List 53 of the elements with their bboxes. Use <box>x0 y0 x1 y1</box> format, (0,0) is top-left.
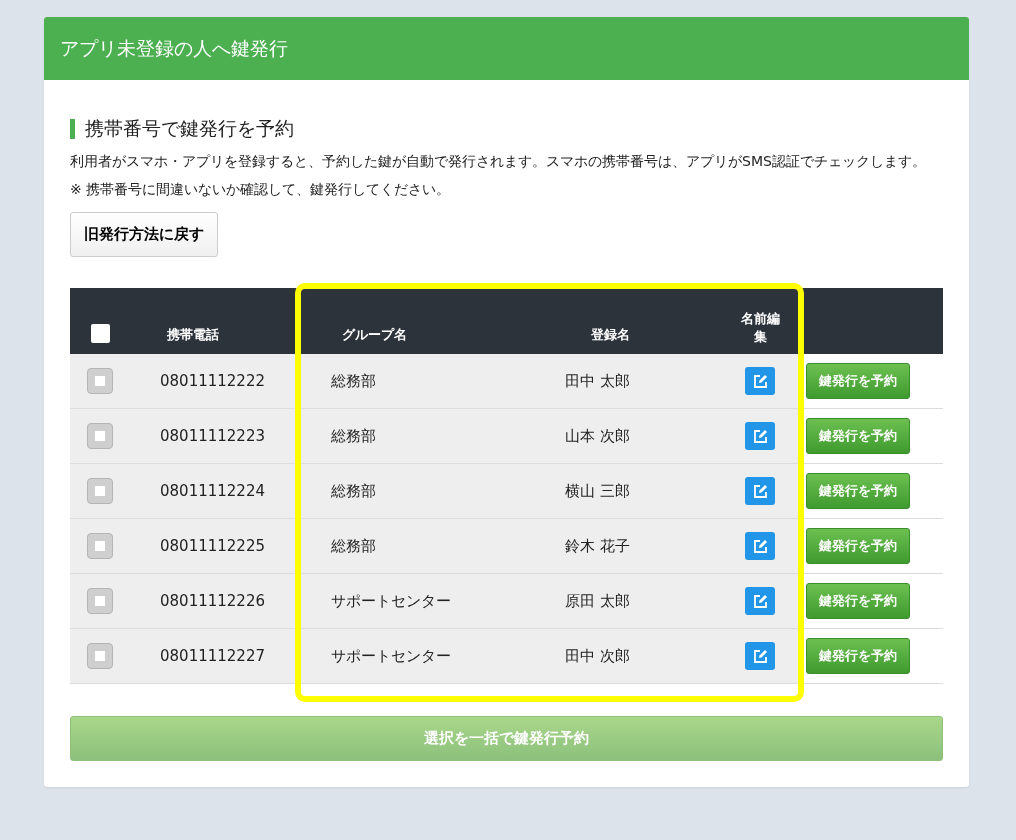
section-title: 携帯番号で鍵発行を予約 <box>85 116 294 141</box>
accent-bar <box>70 119 75 139</box>
column-header: 登録名 <box>590 327 630 342</box>
phone-number: 08011112227 <box>159 647 265 665</box>
edit-icon <box>752 538 768 554</box>
phone-number: 08011112223 <box>159 427 265 445</box>
edit-name-button[interactable] <box>745 587 775 615</box>
registered-name: 鈴木 花子 <box>564 536 630 555</box>
edit-name-button[interactable] <box>745 477 775 505</box>
group-name: 総務部 <box>330 426 376 445</box>
group-name: サポートセンター <box>330 646 451 665</box>
checkbox[interactable] <box>87 423 113 449</box>
reserve-key-button[interactable]: 鍵発行を予約 <box>806 418 910 454</box>
registered-name: 山本 次郎 <box>564 426 630 445</box>
edit-icon <box>752 483 768 499</box>
registered-name: 横山 三郎 <box>564 481 630 500</box>
group-name: 総務部 <box>330 371 376 390</box>
reserve-key-button[interactable]: 鍵発行を予約 <box>806 583 910 619</box>
phone-number: 08011112222 <box>159 372 265 390</box>
edit-name-button[interactable] <box>745 422 775 450</box>
panel-title: アプリ未登録の人へ鍵発行 <box>60 35 288 61</box>
checkbox[interactable] <box>87 588 113 614</box>
group-name: 総務部 <box>330 536 376 555</box>
edit-icon <box>752 428 768 444</box>
checkbox[interactable] <box>87 368 113 394</box>
checkbox[interactable] <box>87 643 113 669</box>
column-header: グループ名 <box>341 327 407 342</box>
checkbox[interactable] <box>90 324 110 343</box>
revert-button[interactable]: 旧発行方法に戻す <box>70 212 218 257</box>
registered-name: 田中 太郎 <box>564 371 630 390</box>
edit-icon <box>752 373 768 389</box>
group-name: サポートセンター <box>330 591 451 610</box>
description: 利用者がスマホ・アプリを登録すると、予約した鍵が自動で発行されます。スマホの携帯番号は、アプリがSMS認証でチェックします。 <box>70 152 927 171</box>
reserve-key-button[interactable]: 鍵発行を予約 <box>806 638 910 674</box>
reserve-key-button[interactable]: 鍵発行を予約 <box>806 528 910 564</box>
reserve-key-button[interactable]: 鍵発行を予約 <box>806 473 910 509</box>
reserve-key-button[interactable]: 鍵発行を予約 <box>806 363 910 399</box>
edit-icon <box>752 648 768 664</box>
checkbox[interactable] <box>87 478 113 504</box>
phone-number: 08011112226 <box>159 592 265 610</box>
edit-icon <box>752 593 768 609</box>
edit-name-button[interactable] <box>745 532 775 560</box>
note: ※ 携帯番号に間違いないか確認して、鍵発行してください。 <box>70 180 452 199</box>
registered-name: 田中 次郎 <box>564 646 630 665</box>
group-name: 総務部 <box>330 481 376 500</box>
edit-name-button[interactable] <box>745 367 775 395</box>
column-header: 名前編集 <box>739 310 781 346</box>
edit-name-button[interactable] <box>745 642 775 670</box>
phone-number: 08011112225 <box>159 537 265 555</box>
checkbox[interactable] <box>87 533 113 559</box>
column-header: 携帯電話 <box>166 327 219 342</box>
registered-name: 原田 太郎 <box>564 591 630 610</box>
phone-number: 08011112224 <box>159 482 265 500</box>
